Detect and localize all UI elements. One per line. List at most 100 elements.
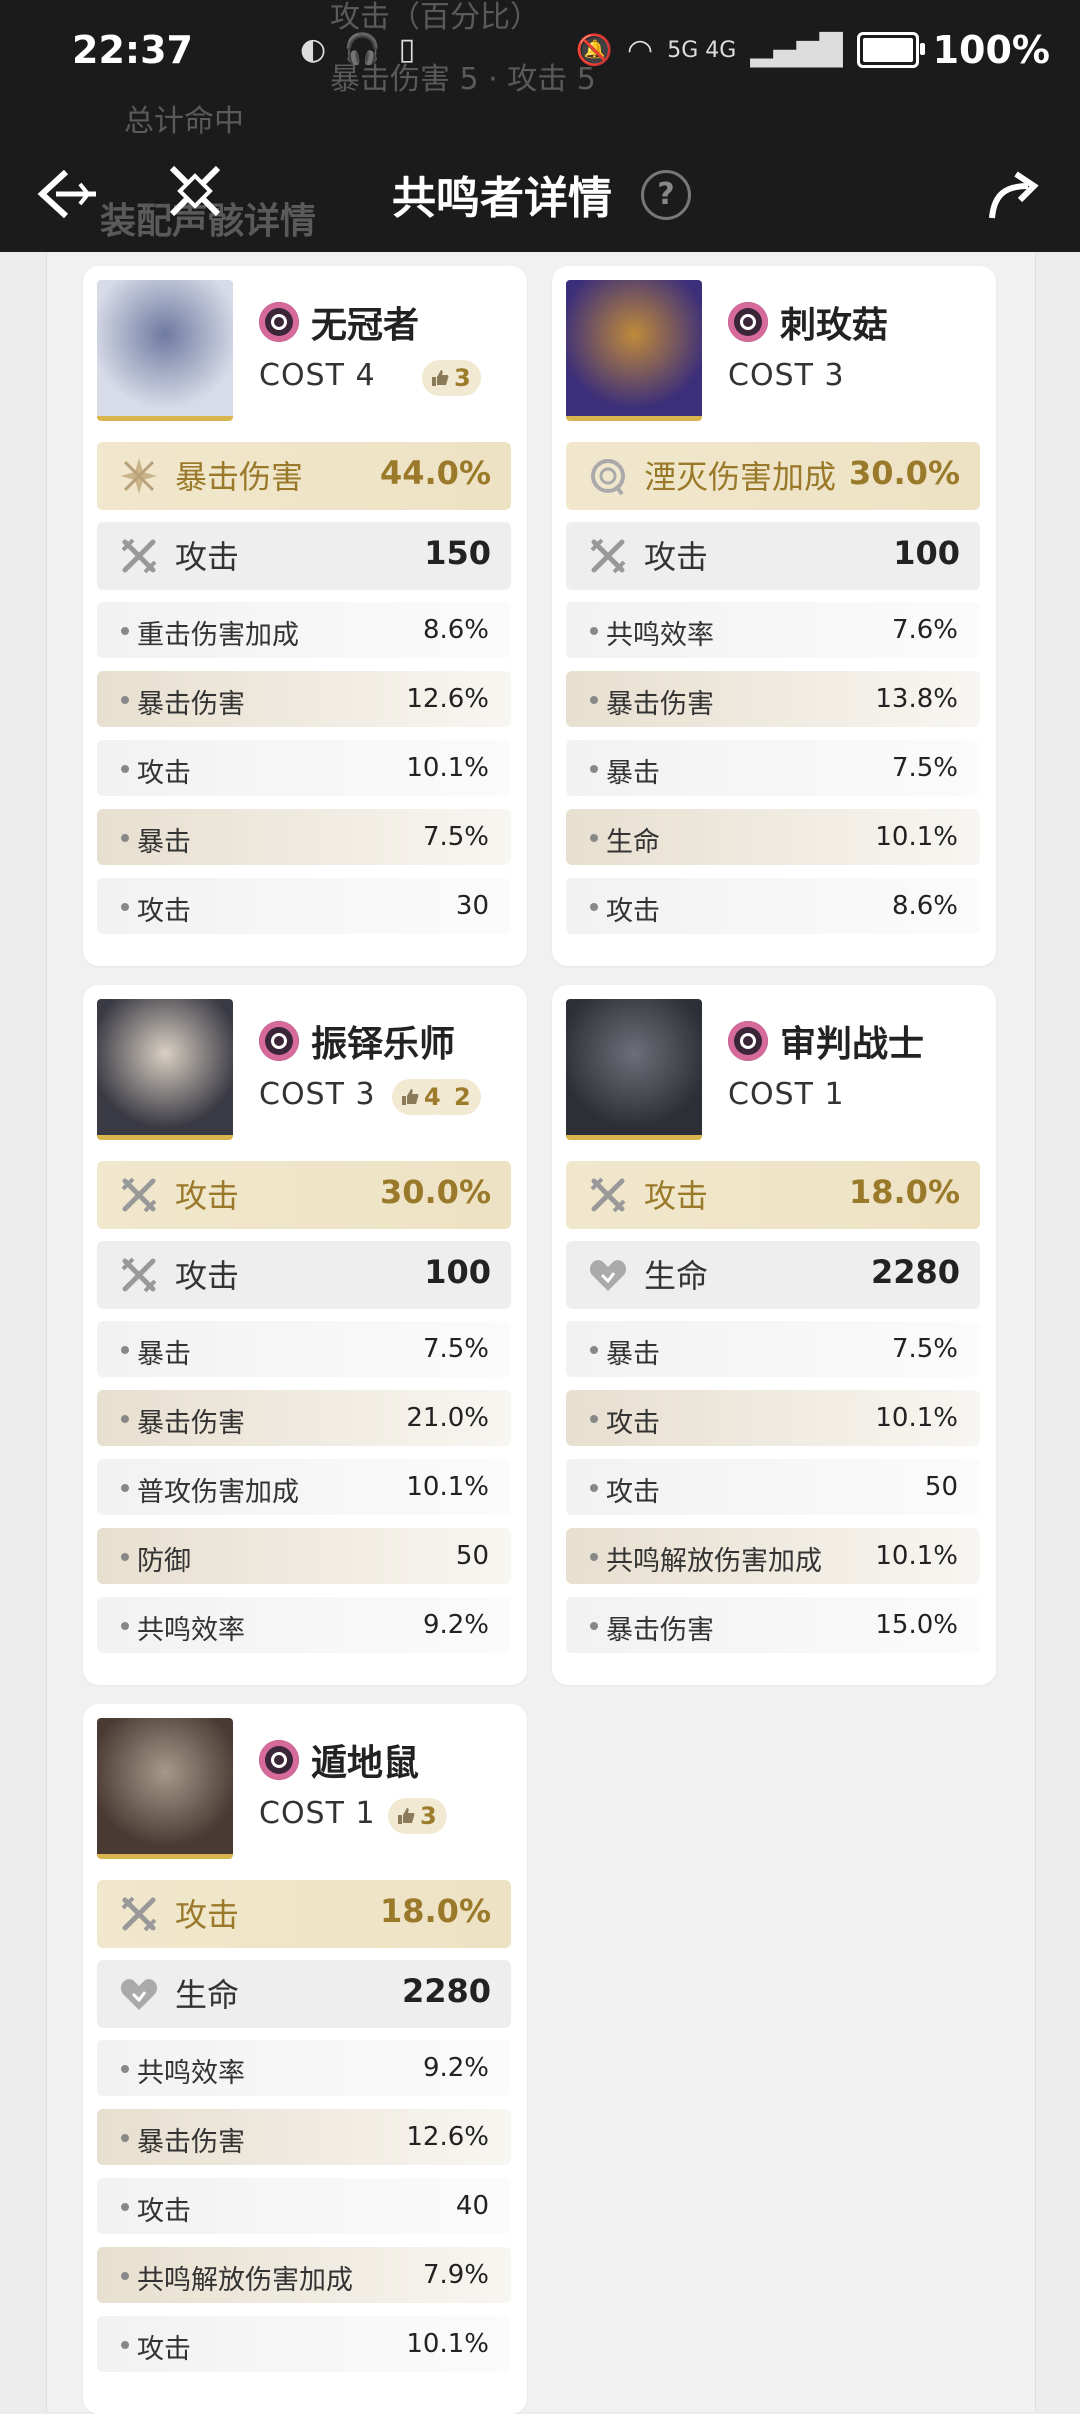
bullet-dot: [590, 834, 598, 842]
sub-stat-label: 攻击: [137, 758, 191, 789]
main-stat-value: 30.0%: [848, 454, 960, 492]
sonata-set-icon: [728, 1021, 768, 1061]
sub-stat-row: 攻击 10.1%: [97, 2316, 511, 2372]
status-time: 22:37: [72, 28, 193, 72]
bullet-dot: [590, 1622, 598, 1630]
echo-name: 刺玫菇: [780, 305, 889, 346]
sub-stat-label: 防御: [137, 1546, 191, 1577]
sub-stat-label: 暴击伤害: [606, 1615, 714, 1646]
bullet-dot: [121, 1346, 129, 1354]
main-stat-row: 攻击 18.0%: [566, 1161, 980, 1229]
sub-stat-row: 生命 10.1%: [566, 809, 980, 865]
sub-stat-row: 暴击伤害 12.6%: [97, 671, 511, 727]
sub-stat-row: 共鸣效率 9.2%: [97, 1597, 511, 1653]
bullet-dot: [121, 2341, 129, 2349]
bullet-dot: [121, 2065, 129, 2073]
sub-stat-value: 7.9%: [422, 2260, 489, 2290]
echo-portrait: [566, 280, 702, 421]
main-stat-label: 攻击: [175, 1896, 240, 1934]
echo-name: 遁地鼠: [311, 1743, 420, 1784]
sub-stat-row: 共鸣效率 9.2%: [97, 2040, 511, 2096]
secondary-stat-row: 生命 2280: [566, 1241, 980, 1309]
main-stat-value: 18.0%: [848, 1173, 960, 1211]
battery-percent: 100%: [932, 28, 1050, 72]
sub-stat-row: 暴击 7.5%: [566, 1321, 980, 1377]
echo-name: 无冠者: [311, 305, 420, 346]
sonata-set-icon: [259, 302, 299, 342]
sub-stat-label: 生命: [606, 827, 660, 858]
sub-stat-value: 7.5%: [422, 1334, 489, 1364]
bullet-dot: [121, 1553, 129, 1561]
sub-stat-label: 重击伤害加成: [137, 620, 299, 651]
sub-stat-row: 暴击伤害 21.0%: [97, 1390, 511, 1446]
hp-icon: [588, 1258, 628, 1293]
bullet-dot: [121, 2134, 129, 2142]
echo-card[interactable]: 刺玫菇 COST 3 3 湮灭伤害加成 30.0% 攻击 100 共鸣效率 7.6% 暴击伤害 13…: [422, 266, 996, 966]
secondary-stat-label: 攻击: [175, 538, 240, 576]
back-arrow-icon[interactable]: [36, 164, 100, 224]
signal-icon: ▂▄▆█: [750, 32, 843, 68]
main-stat-value: 44.0%: [379, 454, 491, 492]
status-right-group: 🔕 ◠ 5G 4G ▂▄▆█ 100%: [576, 28, 1050, 72]
echo-level: 3: [420, 1802, 437, 1830]
thumbs-up-icon: [432, 370, 449, 386]
echo-level: 2: [454, 1083, 471, 1111]
echo-level: 4: [424, 1083, 441, 1111]
echo-card[interactable]: 遁地鼠 COST 1 3 攻击 18.0% 生命 2280 共鸣效率 9.2% 暴击伤害 12.6%…: [83, 1704, 527, 2414]
sub-stat-label: 暴击伤害: [606, 689, 714, 720]
page-title: 共鸣者详情: [392, 173, 612, 224]
sub-stat-row: 普攻伤害加成 10.1%: [97, 1459, 511, 1515]
attack-icon: [119, 1894, 159, 1934]
echo-name: 审判战士: [780, 1024, 925, 1065]
bullet-dot: [590, 765, 598, 773]
sub-stat-value: 10.1%: [406, 2329, 489, 2359]
sub-stat-label: 普攻伤害加成: [137, 1477, 299, 1508]
attack-icon: [119, 1255, 159, 1295]
sub-stat-label: 攻击: [137, 896, 191, 927]
main-stat-row: 湮灭伤害加成 30.0%: [566, 442, 980, 510]
bullet-dot: [121, 1484, 129, 1492]
sub-stat-row: 暴击伤害 12.6%: [97, 2109, 511, 2165]
main-stat-row: 攻击 30.0%: [97, 1161, 511, 1229]
sub-stat-label: 暴击: [606, 758, 660, 789]
secondary-stat-label: 攻击: [175, 1257, 240, 1295]
sub-stat-label: 暴击: [137, 1339, 191, 1370]
help-icon[interactable]: ?: [641, 170, 691, 220]
sub-stat-row: 防御 50: [97, 1528, 511, 1584]
sub-stat-label: 暴击伤害: [137, 689, 245, 720]
share-icon[interactable]: [984, 164, 1044, 224]
main-stat-value: 18.0%: [379, 1892, 491, 1930]
bullet-dot: [590, 1415, 598, 1423]
echo-cost: COST 4: [259, 358, 376, 393]
bullet-dot: [121, 834, 129, 842]
sonata-set-icon: [728, 302, 768, 342]
thumbs-up-icon: [398, 1808, 415, 1824]
echo-cost: COST 1: [259, 1796, 376, 1831]
sonata-set-icon: [259, 1021, 299, 1061]
main-stat-label: 暴击伤害: [175, 458, 304, 496]
bullet-dot: [590, 1484, 598, 1492]
sub-stat-row: 攻击 40: [97, 2178, 511, 2234]
echo-level-badge: 4: [392, 1079, 451, 1115]
sub-stat-row: 暴击伤害 15.0%: [566, 1597, 980, 1653]
nav-bar: 共鸣者详情 ?: [0, 140, 1080, 240]
sub-stat-row: 暴击 7.5%: [97, 809, 511, 865]
echo-card[interactable]: 振铎乐师 COST 3 2 攻击 30.0% 攻击 100 暴击 7.5% 暴击伤害 21.0% 普攻…: [83, 985, 527, 1685]
attack-icon: [119, 1175, 159, 1215]
mute-icon: 🔕: [575, 32, 614, 68]
sub-stat-value: 40: [455, 2191, 489, 2221]
bullet-dot: [121, 2203, 129, 2211]
sub-stat-value: 9.2%: [422, 1610, 489, 1640]
sub-stat-label: 共鸣效率: [137, 2058, 245, 2089]
bullet-dot: [121, 765, 129, 773]
sub-stat-label: 暴击伤害: [137, 1408, 245, 1439]
sub-stat-row: 攻击 50: [566, 1459, 980, 1515]
echo-card[interactable]: 审判战士 COST 1 4 攻击 18.0% 生命 2280 暴击 7.5% 攻击 10.1% 攻击 5…: [392, 985, 996, 1685]
main-stat-label: 攻击: [175, 1177, 240, 1215]
sub-stat-row: 共鸣解放伤害加成 10.1%: [566, 1528, 980, 1584]
sub-stat-row: 暴击 7.5%: [566, 740, 980, 796]
sub-stat-value: 9.2%: [422, 2053, 489, 2083]
sub-stat-label: 攻击: [606, 1477, 660, 1508]
bullet-dot: [121, 1622, 129, 1630]
secondary-stat-value: 100: [424, 1253, 491, 1291]
